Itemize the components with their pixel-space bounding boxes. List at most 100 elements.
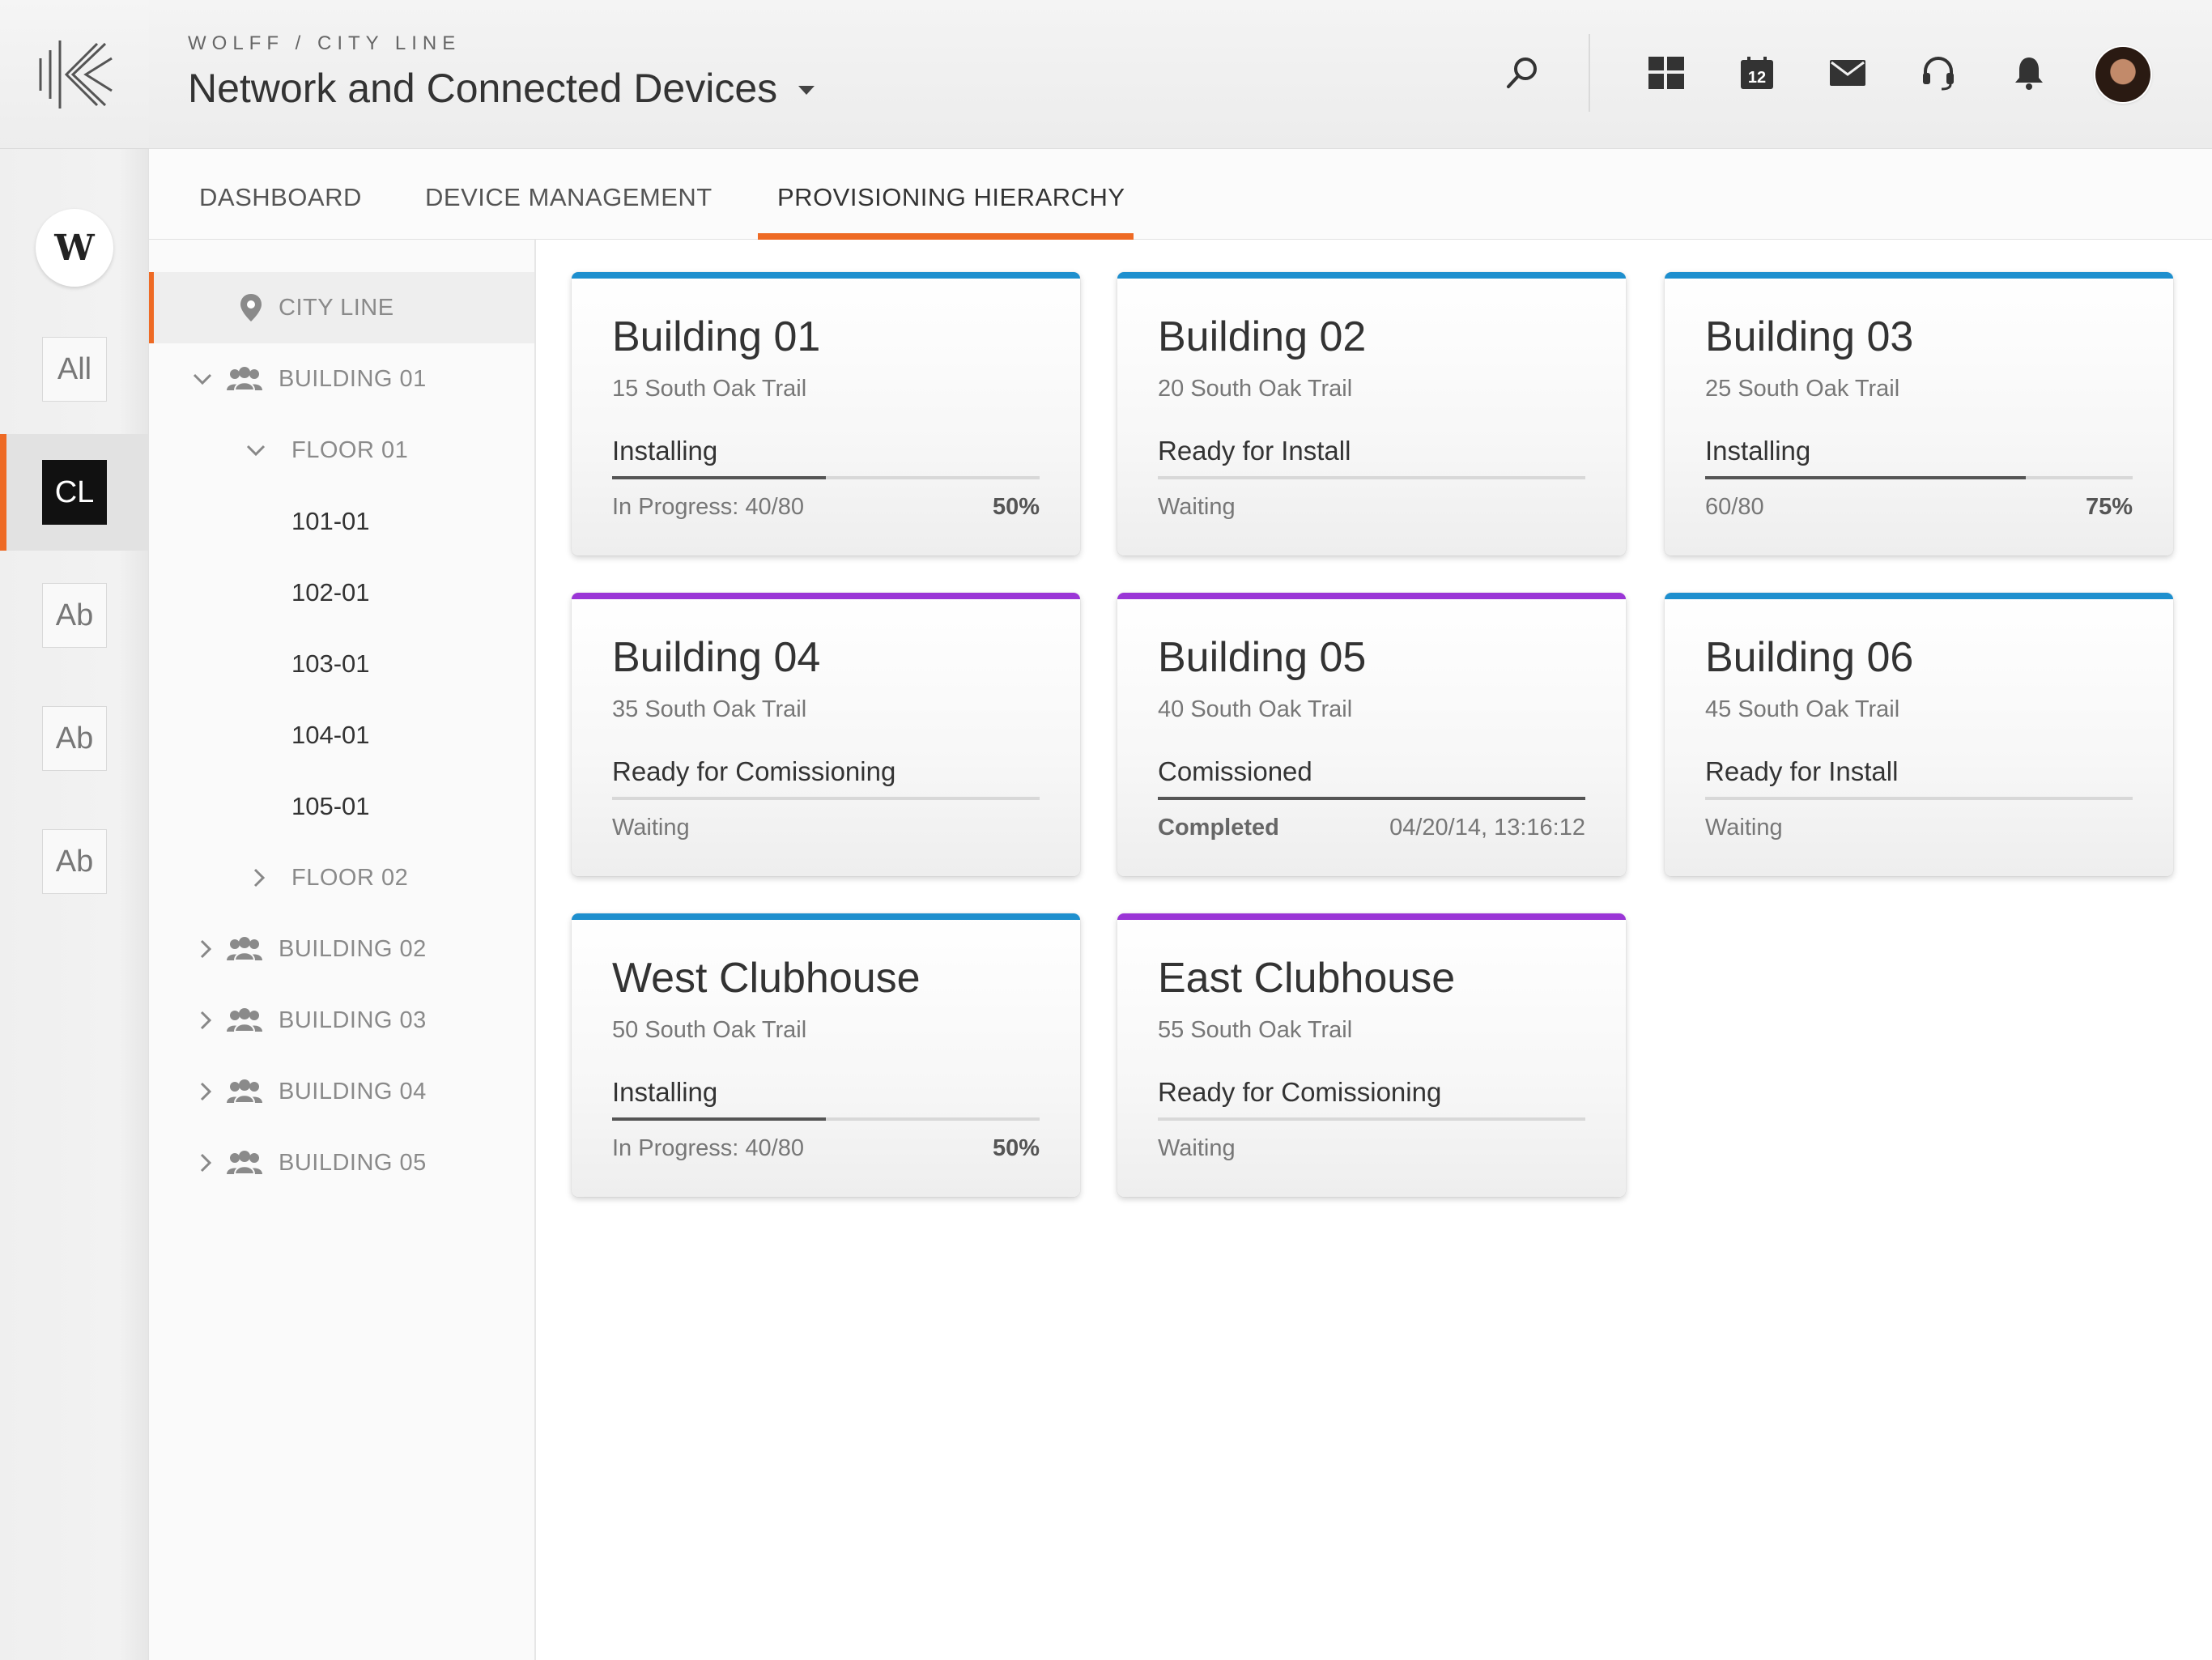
tree-label-unit: 101-01 [291,507,370,535]
tree-label-building: BUILDING 03 [279,1007,427,1033]
search-icon [1507,57,1537,88]
breadcrumb: WOLFF / CITY LINE [188,32,462,54]
card-status: Ready for Install [1705,756,1899,786]
search-button[interactable] [1499,50,1545,96]
tree-node-floor-01[interactable]: FLOOR 01 [149,418,534,483]
progress-track [1158,797,1585,800]
card-address: 15 South Oak Trail [612,376,807,402]
card-address: 20 South Oak Trail [1158,376,1353,402]
tree-node-unit[interactable]: 103-01 [149,632,534,696]
tree-node-building-02[interactable]: BUILDING 02 [149,917,534,981]
tree-node-building-04[interactable]: BUILDING 04 [149,1059,534,1124]
user-avatar[interactable] [2095,47,2150,102]
tree-node-unit[interactable]: 104-01 [149,703,534,768]
progress-track [612,476,1040,479]
mail-button[interactable] [1825,50,1870,96]
tree-node-unit[interactable]: 101-01 [149,489,534,554]
users-icon [225,1075,264,1108]
chevron-right-icon[interactable] [196,1082,215,1101]
card-footer-right: 50% [992,1135,1040,1161]
workspace-avatar[interactable]: W [36,209,113,287]
tree-node-city-line[interactable]: CITY LINE [149,272,534,343]
location-pin-icon [232,292,270,324]
card-status: Installing [612,436,718,466]
tree-label-floor-02: FLOOR 02 [291,864,409,891]
tab-device-management[interactable]: DEVICE MANAGEMENT [425,149,713,240]
card-status: Installing [612,1077,718,1107]
tab-dashboard[interactable]: DASHBOARD [199,149,362,240]
notifications-button[interactable] [2006,50,2052,96]
support-button[interactable] [1916,50,1961,96]
building-card[interactable]: Building 04 35 South Oak Trail Ready for C… [572,593,1080,876]
card-status: Comissioned [1158,756,1312,786]
progress-fill [612,1117,826,1121]
card-status-bar [1117,272,1626,279]
card-status: Installing [1705,436,1811,466]
rail-tile-ab-1[interactable]: Ab [42,583,107,648]
users-icon [225,363,264,395]
card-status-bar [1665,593,2173,599]
apps-button[interactable] [1644,50,1689,96]
card-footer-left: In Progress: 40/80 [612,1135,804,1161]
tree-node-unit[interactable]: 105-01 [149,774,534,839]
card-address: 55 South Oak Trail [1158,1017,1353,1043]
building-card[interactable]: Building 02 20 South Oak Trail Ready for I… [1117,272,1626,555]
tree-label-building: BUILDING 04 [279,1078,427,1105]
card-title: West Clubhouse [612,955,921,1002]
chevron-right-icon[interactable] [196,939,215,959]
card-footer-left: Completed [1158,815,1279,841]
card-footer-left: Waiting [1705,815,1783,841]
tab-provisioning-hierarchy[interactable]: PROVISIONING HIERARCHY [777,149,1125,240]
card-title: Building 04 [612,634,821,681]
tree-node-building-05[interactable]: BUILDING 05 [149,1130,534,1195]
tree-node-unit[interactable]: 102-01 [149,560,534,625]
rail-tile-all[interactable]: All [42,337,107,402]
card-status-bar [1117,593,1626,599]
building-card[interactable]: Building 01 15 South Oak Trail Installing I… [572,272,1080,555]
page-title: Network and Connected Devices [188,66,778,111]
card-title: Building 05 [1158,634,1367,681]
building-card[interactable]: Building 06 45 South Oak Trail Ready for I… [1665,593,2173,876]
tree-node-building-01[interactable]: BUILDING 01 [149,347,534,411]
progress-fill [612,476,826,479]
building-card[interactable]: East Clubhouse 55 South Oak Trail Ready fo… [1117,913,1626,1197]
tree-node-floor-02[interactable]: FLOOR 02 [149,845,534,910]
active-tab-indicator [758,233,1134,240]
tree-label-floor-01: FLOOR 01 [291,436,409,463]
building-card[interactable]: Building 03 25 South Oak Trail Installing 6… [1665,272,2173,555]
card-footer-right: 50% [992,494,1040,520]
mail-icon [1830,60,1865,86]
rail-tile-ab-2[interactable]: Ab [42,706,107,771]
building-card[interactable]: West Clubhouse 50 South Oak Trail Installi… [572,913,1080,1197]
app-logo[interactable] [0,0,149,149]
progress-track [1705,476,2133,479]
chevron-down-icon[interactable] [193,369,212,389]
card-title: Building 01 [612,313,821,360]
users-icon [225,933,264,965]
calendar-button[interactable]: 12 [1734,50,1780,96]
card-address: 50 South Oak Trail [612,1017,807,1043]
top-header: WOLFF / CITY LINE Network and Connected … [149,0,2212,149]
progress-track [1158,1117,1585,1121]
card-address: 35 South Oak Trail [612,696,807,722]
building-card[interactable]: Building 05 40 South Oak Trail Comissioned… [1117,593,1626,876]
tree-label-unit: 103-01 [291,649,370,678]
card-footer-right: 04/20/14, 13:16:12 [1389,815,1585,841]
grid-icon [1648,57,1684,89]
chevron-right-icon[interactable] [249,868,269,887]
chevron-down-icon[interactable] [246,441,266,460]
rail-tile-cl[interactable]: CL [42,460,107,525]
page-title-dropdown[interactable]: Network and Connected Devices [188,65,815,112]
card-status-bar [1117,913,1626,920]
tree-node-building-03[interactable]: BUILDING 03 [149,988,534,1053]
chevron-right-icon[interactable] [196,1011,215,1030]
rail-tile-ab-3[interactable]: Ab [42,829,107,894]
card-address: 40 South Oak Trail [1158,696,1353,722]
bell-icon [2015,57,2043,90]
card-footer-left: 60/80 [1705,494,1764,520]
headset-icon [1923,57,1954,91]
card-title: Building 06 [1705,634,1914,681]
chevron-right-icon[interactable] [196,1153,215,1173]
card-status-bar [572,272,1080,279]
tree-label-city-line: CITY LINE [279,294,394,321]
